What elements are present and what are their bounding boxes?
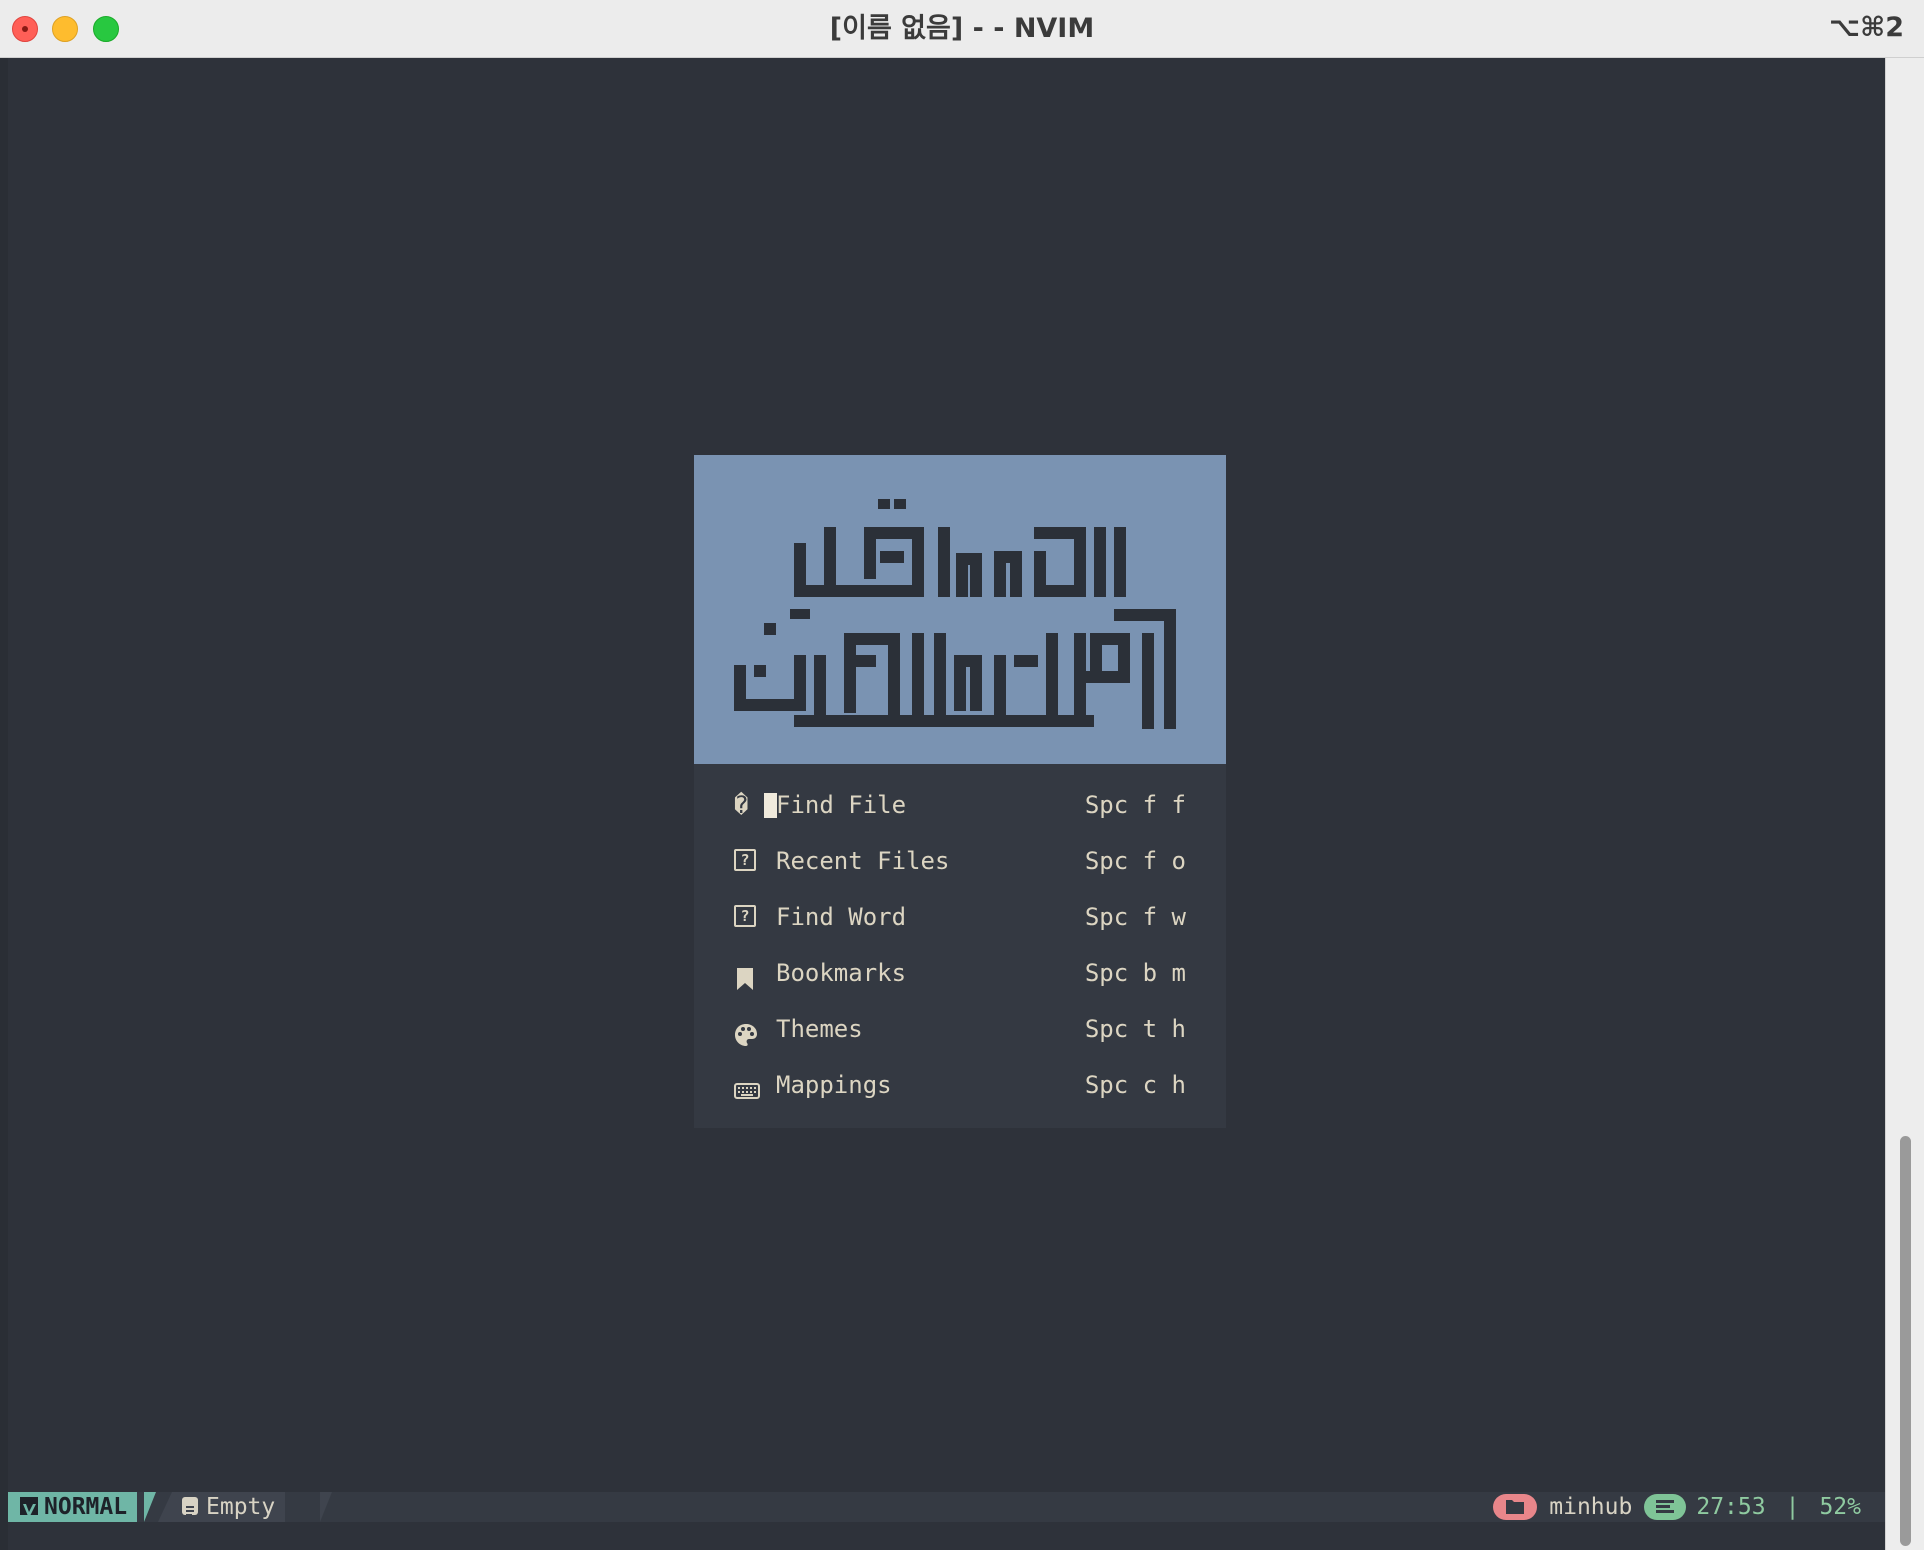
command-line[interactable]	[8, 1522, 1885, 1550]
keyboard-icon	[734, 1073, 760, 1099]
menu-item-keybinding: Spc t h	[1084, 1015, 1186, 1043]
mode-label: NORMAL	[44, 1494, 128, 1520]
menu-item-mappings[interactable]: Mappings Spc c h	[734, 1063, 1186, 1107]
position-icon	[1644, 1494, 1687, 1520]
dashboard-menu: � Find File Spc f f ? Recent Files Spc f…	[694, 764, 1226, 1128]
statusline-right: minhub 27:53 | 52%	[1493, 1492, 1871, 1522]
dashboard: � Find File Spc f f ? Recent Files Spc f…	[694, 455, 1226, 1128]
menu-item-keybinding: Spc c h	[1084, 1071, 1186, 1099]
bookmark-icon	[734, 961, 758, 990]
menu-item-keybinding: Spc f f	[1084, 791, 1186, 819]
file-segment-separator-right	[320, 1492, 332, 1522]
folder-icon	[1493, 1494, 1538, 1520]
unknown-glyph-box: ?	[734, 849, 756, 871]
file-segment: Empty	[172, 1492, 286, 1522]
scroll-percent: 52%	[1819, 1494, 1861, 1520]
file-icon	[182, 1496, 198, 1516]
menu-item-keybinding: Spc f w	[1084, 903, 1186, 931]
scrollbar[interactable]	[1885, 58, 1924, 1550]
window-left-edge	[0, 58, 8, 1550]
unknown-glyph-box: ?	[734, 905, 756, 927]
menu-item-bookmarks[interactable]: Bookmarks Spc b m	[734, 951, 1186, 995]
menu-item-label: Bookmarks	[776, 959, 907, 987]
statusline: NORMAL Empty minhub 27:53 | 52%	[8, 1492, 1885, 1522]
unknown-glyph-icon: ?	[734, 905, 758, 929]
cwd-name: minhub	[1549, 1494, 1633, 1520]
arabic-kufic-calligraphy-logo	[734, 499, 1176, 729]
cursor-position: 27:53	[1696, 1494, 1766, 1520]
file-segment-separator-left	[158, 1492, 172, 1522]
search-icon: �	[734, 791, 749, 819]
position-separator: |	[1785, 1494, 1800, 1520]
menu-item-label: Themes	[776, 1015, 863, 1043]
menu-item-themes[interactable]: Themes Spc t h	[734, 1007, 1186, 1051]
file-name: Empty	[206, 1494, 276, 1520]
menu-item-find-file[interactable]: � Find File Spc f f	[734, 783, 1186, 827]
menu-item-label: Mappings	[776, 1071, 892, 1099]
mode-separator	[144, 1492, 156, 1522]
palette-icon	[734, 1017, 758, 1046]
window-shortcut: ⌥⌘2	[1829, 12, 1904, 43]
menu-item-label: Find File	[776, 791, 907, 819]
menu-item-label: Recent Files	[776, 847, 950, 875]
menu-item-keybinding: Spc f o	[1084, 847, 1186, 875]
menu-item-keybinding: Spc b m	[1084, 959, 1186, 987]
dashboard-banner	[694, 455, 1226, 764]
scrollbar-thumb[interactable]	[1900, 1136, 1911, 1546]
menu-item-recent-files[interactable]: ? Recent Files Spc f o	[734, 839, 1186, 883]
menu-item-find-word[interactable]: ? Find Word Spc f w	[734, 895, 1186, 939]
window-title: [이름 없음] - - NVIM	[829, 13, 1095, 44]
mode-indicator: NORMAL	[8, 1492, 138, 1522]
window-titlebar: [이름 없음] - - NVIM ⌥⌘2	[0, 0, 1924, 58]
menu-item-label: Find Word	[776, 903, 907, 931]
unknown-glyph-icon: ?	[734, 849, 758, 873]
vim-icon	[20, 1496, 38, 1516]
